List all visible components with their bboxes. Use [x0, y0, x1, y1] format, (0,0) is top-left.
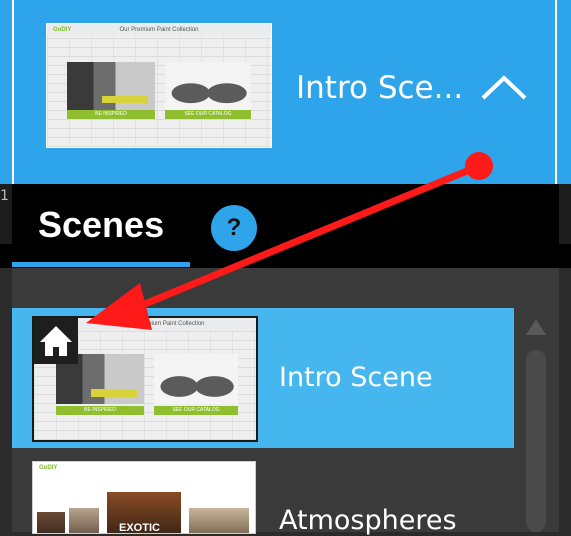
thumbnail-catalog-bar: SEE OUR CATALOG — [165, 110, 251, 119]
tile-label-exotic: EXOTIC — [119, 522, 160, 534]
header-right-border — [555, 0, 557, 184]
thumbnail-caption: Our Premium Paint Collection — [119, 27, 199, 33]
thumbnail-paint-cans-image — [165, 62, 251, 110]
thumbnail-catalog-bar: SEE OUR CATALOG — [154, 406, 238, 415]
thumbnail-tile-mightier — [69, 508, 99, 533]
home-scene-badge — [34, 318, 78, 364]
left-panel-edge: 1 — [0, 184, 12, 244]
chevron-up-icon[interactable] — [480, 70, 528, 104]
thumbnail-tile-bright — [37, 512, 65, 533]
header-scene-thumbnail: GoDIY Our Premium Paint Collection BE IN… — [46, 23, 272, 148]
thumbnail-room-image — [67, 62, 155, 110]
left-edge-text: 1 — [0, 188, 9, 204]
thumbnail-logo: GoDIY — [39, 465, 58, 471]
thumbnail-inspired-bar: BE INSPIRED — [56, 406, 144, 415]
header-scene-title: Intro Sce... — [296, 70, 464, 106]
scroll-up-arrow-icon[interactable] — [524, 316, 548, 338]
header-left-border — [12, 0, 14, 184]
right-panel-edge — [559, 184, 571, 244]
scene-label-atmospheres: Atmospheres — [279, 505, 457, 536]
scene-label-intro: Intro Scene — [279, 362, 433, 393]
scrollbar-track[interactable] — [526, 350, 546, 532]
scene-thumbnail-atmospheres: GoDIY EXOTIC — [32, 461, 256, 534]
help-button[interactable]: ? — [211, 205, 257, 251]
thumbnail-paint-cans-image — [154, 354, 238, 404]
thumbnail-tile-soft — [189, 508, 249, 533]
home-icon — [40, 326, 72, 356]
tab-scenes-underline — [12, 262, 190, 267]
thumbnail-inspired-bar: BE INSPIRED — [67, 110, 155, 119]
thumbnail-caption: Our Premium Paint Collection — [125, 321, 205, 327]
tab-scenes[interactable]: Scenes — [38, 204, 164, 246]
